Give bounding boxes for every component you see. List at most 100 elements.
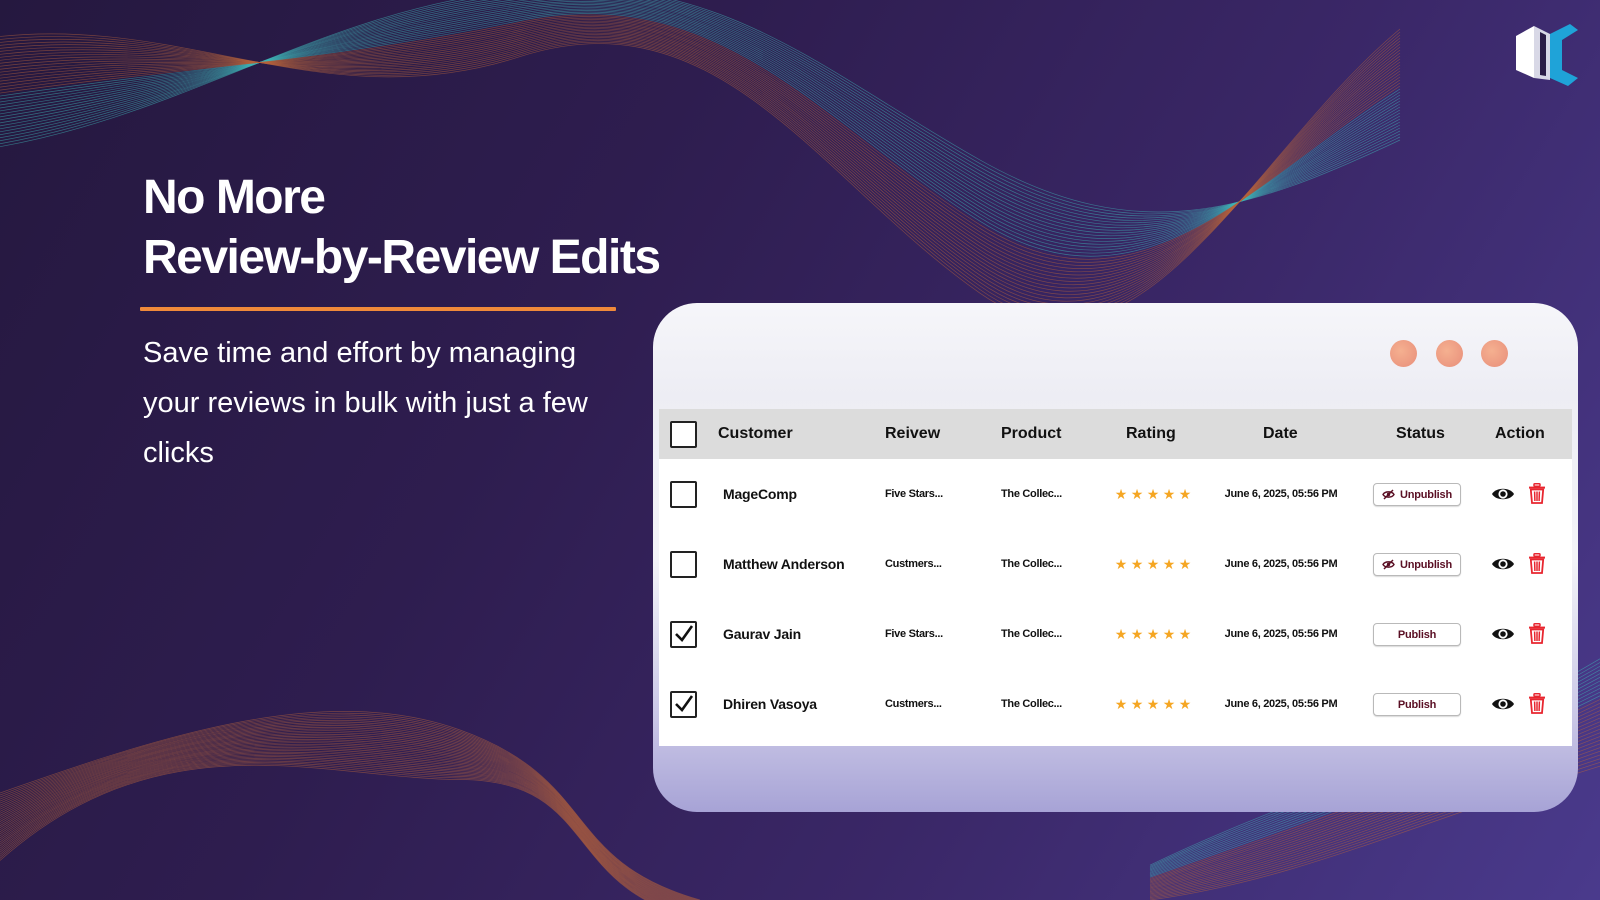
review-snippet: Custmers... bbox=[885, 698, 942, 710]
star-icon: ★ bbox=[1146, 556, 1160, 572]
wave-line bbox=[0, 763, 648, 900]
select-all-checkbox[interactable] bbox=[670, 421, 697, 448]
window-dot-icon[interactable] bbox=[1436, 340, 1463, 367]
rating-stars: ★ ★ ★ ★ ★ bbox=[1114, 487, 1192, 501]
customer-name: Matthew Anderson bbox=[723, 556, 845, 572]
wave-line bbox=[0, 711, 701, 900]
star-icon: ★ bbox=[1162, 556, 1176, 572]
product-name: The Collec... bbox=[1001, 558, 1062, 570]
star-icon: ★ bbox=[1130, 486, 1144, 502]
product-name: The Collec... bbox=[1001, 628, 1062, 640]
window-dot-icon[interactable] bbox=[1390, 340, 1417, 367]
column-header-action: Action bbox=[1495, 425, 1545, 442]
delete-trash-icon[interactable] bbox=[1528, 483, 1546, 504]
table-row[interactable]: Gaurav Jain Five Stars... The Collec... ★ ★ ★… bbox=[659, 599, 1572, 669]
wave-line bbox=[0, 725, 686, 900]
headline-line-1: No More bbox=[143, 171, 326, 224]
table-row[interactable]: MageComp Five Stars... The Collec... ★ ★ ★ ★ ★ J… bbox=[659, 459, 1572, 529]
status-label: Unpublish bbox=[1400, 488, 1452, 501]
star-icon: ★ bbox=[1146, 696, 1160, 712]
row-checkbox[interactable] bbox=[670, 551, 697, 578]
wave-line bbox=[0, 751, 659, 900]
delete-trash-icon[interactable] bbox=[1528, 553, 1546, 574]
row-checkbox[interactable] bbox=[670, 621, 697, 648]
status-label: Unpublish bbox=[1400, 558, 1452, 571]
window-dot-icon[interactable] bbox=[1481, 340, 1508, 367]
star-icon: ★ bbox=[1114, 696, 1128, 712]
view-eye-icon[interactable] bbox=[1491, 556, 1515, 572]
table-header: Customer Reivew Product Rating Date Stat… bbox=[659, 409, 1572, 459]
unpublish-button[interactable]: Unpublish bbox=[1373, 553, 1461, 576]
checkmark-icon bbox=[675, 695, 694, 713]
eye-slash-icon bbox=[1382, 559, 1395, 570]
star-icon: ★ bbox=[1162, 486, 1176, 502]
review-date: June 6, 2025, 05:56 PM bbox=[1224, 698, 1338, 710]
customer-name: Dhiren Vasoya bbox=[723, 696, 817, 712]
headline-line-2: Review-by-Review Edits bbox=[143, 231, 661, 284]
delete-trash-icon[interactable] bbox=[1528, 693, 1546, 714]
wave-line bbox=[0, 762, 649, 900]
column-header-date[interactable]: Date bbox=[1263, 409, 1298, 459]
status-label: Publish bbox=[1397, 698, 1437, 711]
app-window: Customer Reivew Product Rating Date Stat… bbox=[653, 303, 1578, 812]
wave-line bbox=[0, 733, 677, 900]
review-date: June 6, 2025, 05:56 PM bbox=[1224, 488, 1338, 500]
star-icon: ★ bbox=[1178, 556, 1192, 572]
wave-line bbox=[0, 721, 690, 900]
review-snippet: Custmers... bbox=[885, 558, 942, 570]
column-header-rating[interactable]: Rating bbox=[1126, 409, 1176, 459]
review-snippet: Five Stars... bbox=[885, 628, 943, 640]
customer-name: Gaurav Jain bbox=[723, 626, 801, 642]
view-eye-icon[interactable] bbox=[1491, 626, 1515, 642]
review-date: June 6, 2025, 05:56 PM bbox=[1224, 628, 1338, 640]
row-checkbox[interactable] bbox=[670, 481, 697, 508]
status-label: Publish bbox=[1397, 628, 1437, 641]
window-titlebar bbox=[653, 303, 1578, 408]
customer-name: MageComp bbox=[723, 486, 797, 502]
publish-button[interactable]: Publish bbox=[1373, 623, 1461, 646]
star-icon: ★ bbox=[1114, 556, 1128, 572]
star-icon: ★ bbox=[1162, 626, 1176, 642]
star-icon: ★ bbox=[1146, 486, 1160, 502]
star-icon: ★ bbox=[1114, 626, 1128, 642]
star-icon: ★ bbox=[1178, 626, 1192, 642]
table-row[interactable]: Dhiren Vasoya Custmers... The Collec... ★ ★ ★… bbox=[659, 669, 1572, 739]
wave-line bbox=[0, 712, 700, 900]
star-icon: ★ bbox=[1146, 626, 1160, 642]
wave-line bbox=[0, 760, 650, 900]
column-header-review[interactable]: Reivew bbox=[885, 409, 940, 459]
page-title: No More Review-by-Review Edits bbox=[143, 168, 661, 288]
view-eye-icon[interactable] bbox=[1491, 696, 1515, 712]
wave-line bbox=[0, 750, 660, 900]
star-icon: ★ bbox=[1178, 486, 1192, 502]
table-body: MageComp Five Stars... The Collec... ★ ★ ★ ★ ★ J… bbox=[659, 459, 1572, 739]
review-snippet: Five Stars... bbox=[885, 488, 943, 500]
delete-trash-icon[interactable] bbox=[1528, 623, 1546, 644]
star-icon: ★ bbox=[1130, 556, 1144, 572]
star-icon: ★ bbox=[1130, 626, 1144, 642]
column-header-product[interactable]: Product bbox=[1001, 409, 1061, 459]
subtext: Save time and effort by managing your re… bbox=[143, 337, 588, 469]
row-checkbox[interactable] bbox=[670, 691, 697, 718]
product-name: The Collec... bbox=[1001, 488, 1062, 500]
rating-stars: ★ ★ ★ ★ ★ bbox=[1114, 627, 1192, 641]
unpublish-button[interactable]: Unpublish bbox=[1373, 483, 1461, 506]
wave-line bbox=[0, 730, 680, 900]
wave-line bbox=[0, 719, 692, 900]
star-icon: ★ bbox=[1178, 696, 1192, 712]
publish-button[interactable]: Publish bbox=[1373, 693, 1461, 716]
table-row[interactable]: Matthew Anderson Custmers... The Collec...… bbox=[659, 529, 1572, 599]
star-icon: ★ bbox=[1114, 486, 1128, 502]
wave-line bbox=[0, 723, 688, 900]
product-name: The Collec... bbox=[1001, 698, 1062, 710]
review-date: June 6, 2025, 05:56 PM bbox=[1224, 558, 1338, 570]
view-eye-icon[interactable] bbox=[1491, 486, 1515, 502]
rating-stars: ★ ★ ★ ★ ★ bbox=[1114, 697, 1192, 711]
wave-line bbox=[0, 738, 671, 900]
magecomp-logo bbox=[1516, 24, 1578, 86]
reviews-table: Customer Reivew Product Rating Date Stat… bbox=[659, 409, 1572, 746]
star-icon: ★ bbox=[1162, 696, 1176, 712]
column-header-status[interactable]: Status bbox=[1396, 409, 1445, 459]
checkmark-icon bbox=[675, 625, 694, 643]
column-header-customer[interactable]: Customer bbox=[718, 409, 793, 459]
